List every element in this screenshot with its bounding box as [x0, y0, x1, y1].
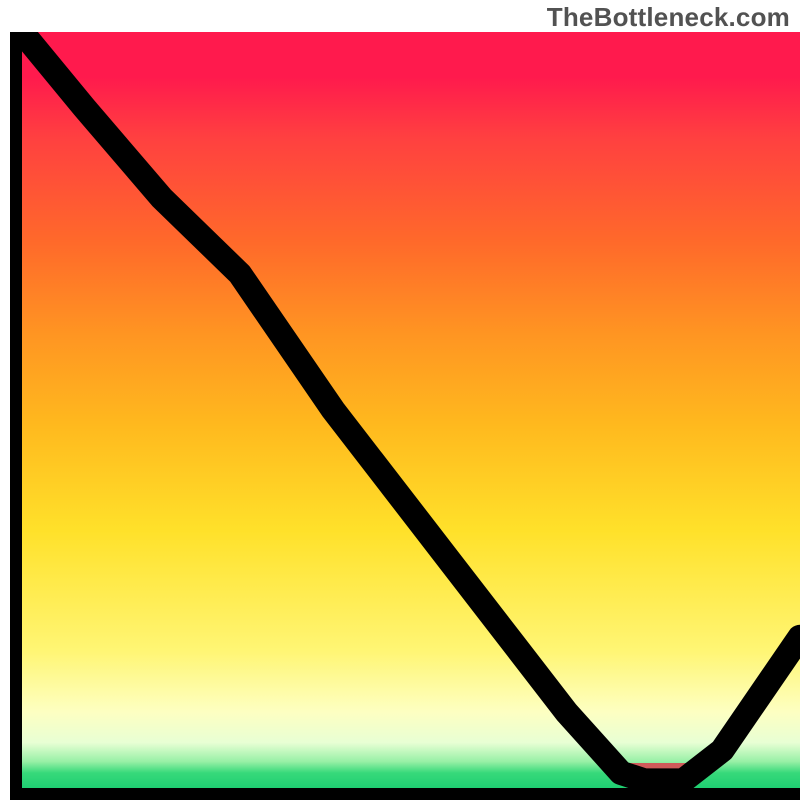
- chart-frame: TheBottleneck.com: [0, 0, 800, 800]
- watermark-text: TheBottleneck.com: [547, 2, 790, 33]
- bottleneck-curve: [22, 32, 800, 788]
- plot-area: [22, 32, 800, 788]
- plot-axes: [10, 32, 800, 800]
